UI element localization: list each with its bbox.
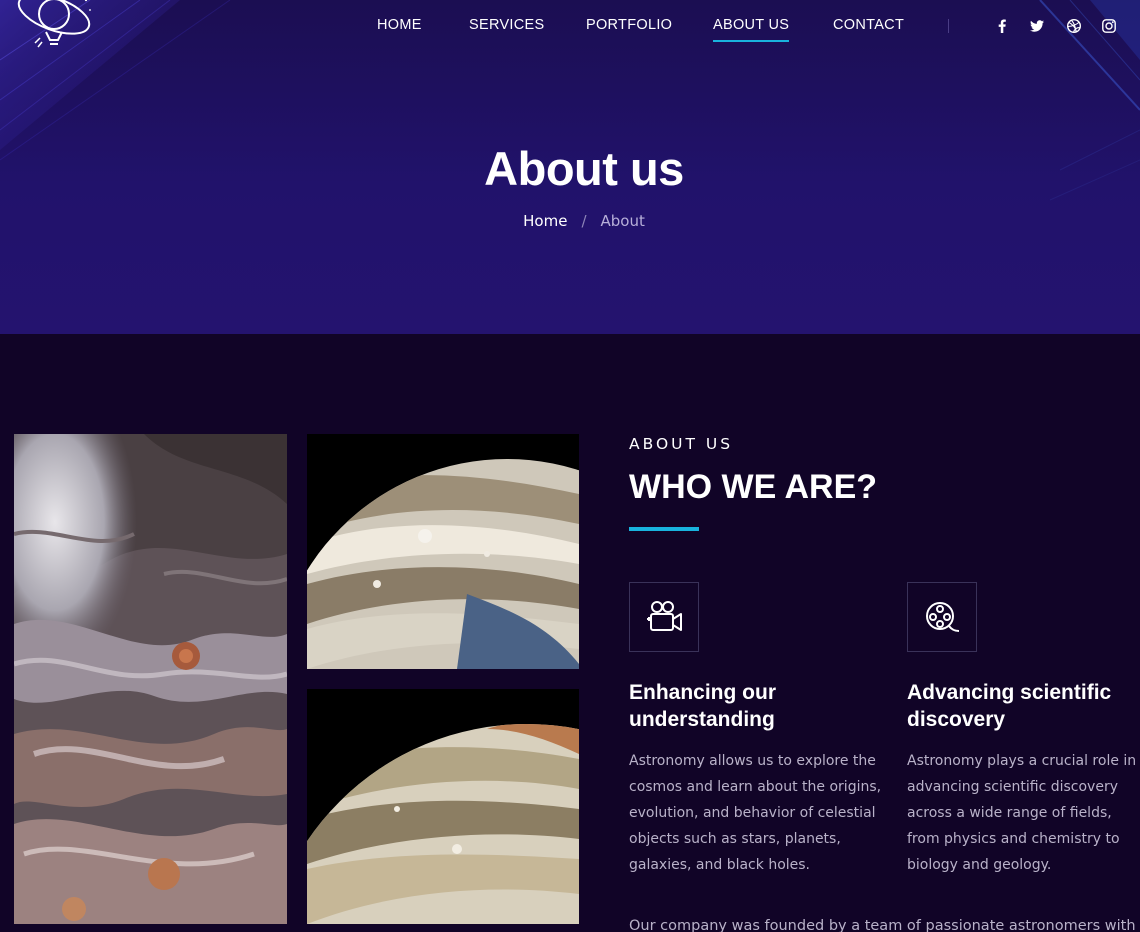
- nav-portfolio[interactable]: PORTFOLIO: [586, 16, 672, 34]
- instagram-icon[interactable]: [1101, 18, 1117, 34]
- breadcrumb-separator: /: [581, 212, 587, 230]
- feature-title-understanding: Enhancing our understanding: [629, 681, 776, 731]
- video-camera-icon: [629, 582, 699, 652]
- feature-title-discovery: Advancing scientific discovery: [907, 681, 1112, 731]
- nav-about-us[interactable]: ABOUT US: [713, 16, 790, 42]
- film-reel-icon: [907, 582, 977, 652]
- page-title: About us: [484, 142, 684, 195]
- jupiter-clouds-image: [14, 434, 287, 924]
- nav-services[interactable]: SERVICES: [469, 16, 544, 34]
- feature-text-understanding: Astronomy allows us to explore the cosmo…: [629, 753, 882, 873]
- title-underline: [629, 527, 699, 531]
- facebook-icon[interactable]: [994, 18, 1010, 34]
- breadcrumb-current: About: [600, 212, 645, 230]
- nav-home[interactable]: HOME: [377, 16, 422, 34]
- nav-divider: [948, 19, 949, 33]
- section-title: WHO WE ARE?: [629, 468, 878, 506]
- breadcrumb: Home / About: [0, 211, 1140, 231]
- nav-contact[interactable]: CONTACT: [833, 16, 904, 34]
- company-paragraph: Our company was founded by a team of pas…: [629, 918, 1140, 932]
- feature-text-discovery: Astronomy plays a crucial role in advanc…: [907, 753, 1137, 873]
- dribbble-icon[interactable]: [1066, 18, 1082, 34]
- main-navigation: HOME SERVICES PORTFOLIO ABOUT US CONTACT: [0, 16, 1140, 42]
- jupiter-northern-hemisphere-image: [307, 434, 579, 669]
- section-eyebrow: ABOUT US: [629, 435, 734, 453]
- page-header: HOME SERVICES PORTFOLIO ABOUT US CONTACT…: [0, 0, 1140, 334]
- jupiter-equatorial-image: [307, 689, 579, 924]
- twitter-icon[interactable]: [1029, 18, 1045, 34]
- breadcrumb-home-link[interactable]: Home: [523, 212, 567, 230]
